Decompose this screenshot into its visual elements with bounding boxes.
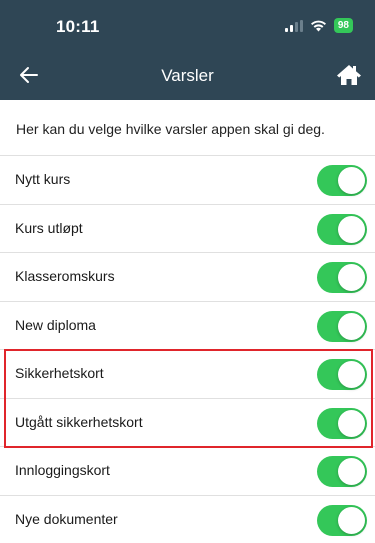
setting-label: Nytt kurs [15,171,70,187]
wifi-icon [310,20,327,32]
toggle-switch[interactable] [317,165,367,196]
signal-icon [285,20,303,32]
toggle-switch[interactable] [317,262,367,293]
battery-indicator: 98 [334,18,353,33]
setting-row-nye-dokumenter: Nye dokumenter [0,495,375,543]
setting-row-klasseromskurs: Klasseromskurs [0,252,375,301]
intro-text: Her kan du velge hvilke varsler appen sk… [16,121,325,137]
toggle-switch[interactable] [317,456,367,487]
setting-row-innloggingskort: Innloggingskort [0,446,375,495]
toggle-knob [338,361,365,388]
status-bar: 10:11 98 [0,0,375,52]
setting-label: Nye dokumenter [15,511,118,527]
setting-row-sikkerhetskort: Sikkerhetskort [0,349,375,398]
toggle-switch[interactable] [317,408,367,439]
app-header: 10:11 98 Varsler [0,0,375,100]
status-icons: 98 [285,18,353,33]
setting-row-utgatt-sikkerhetskort: Utgått sikkerhetskort [0,398,375,447]
toggle-switch[interactable] [317,214,367,245]
toggle-switch[interactable] [317,359,367,390]
nav-bar: Varsler [0,52,375,100]
toggle-knob [338,216,365,243]
notification-settings-list: Nytt kurs Kurs utløpt Klasseromskurs New… [0,155,375,543]
toggle-switch[interactable] [317,311,367,342]
setting-row-kurs-utlopt: Kurs utløpt [0,204,375,253]
toggle-knob [338,507,365,534]
setting-row-nytt-kurs: Nytt kurs [0,155,375,204]
setting-label: Innloggingskort [15,462,110,478]
setting-label: Sikkerhetskort [15,365,104,381]
setting-label: New diploma [15,317,96,333]
setting-label: Utgått sikkerhetskort [15,414,143,430]
toggle-knob [338,458,365,485]
toggle-switch[interactable] [317,505,367,536]
toggle-knob [338,264,365,291]
status-time: 10:11 [56,17,100,37]
setting-label: Klasseromskurs [15,268,115,284]
toggle-knob [338,410,365,437]
toggle-knob [338,313,365,340]
home-icon[interactable] [336,63,362,87]
page-title: Varsler [0,66,375,86]
setting-label: Kurs utløpt [15,220,83,236]
setting-row-new-diploma: New diploma [0,301,375,350]
toggle-knob [338,167,365,194]
